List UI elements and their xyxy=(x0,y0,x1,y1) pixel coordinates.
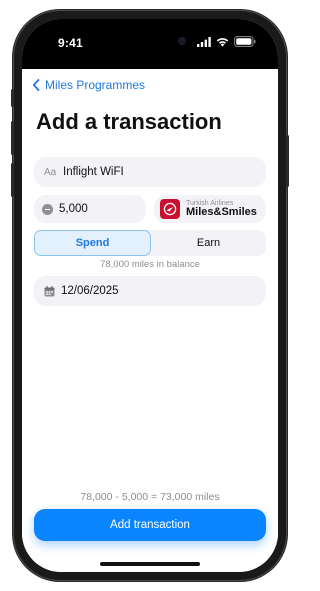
volume-up-button xyxy=(11,121,14,155)
status-icons xyxy=(197,36,256,47)
description-value: Inflight WiFI xyxy=(63,166,124,178)
airline-logo-icon xyxy=(163,202,177,216)
balance-note: 78,000 miles in balance xyxy=(100,259,200,270)
power-button xyxy=(286,135,289,187)
chevron-left-icon xyxy=(32,79,40,91)
back-label: Miles Programmes xyxy=(45,78,146,92)
programme-name: Miles&Smiles xyxy=(186,205,257,218)
signal-icon xyxy=(197,36,211,47)
screen: 9:41 Miles Programmes Add a transaction … xyxy=(22,19,278,572)
turkish-airlines-logo xyxy=(160,199,180,219)
content: Miles Programmes Add a transaction Aa In… xyxy=(22,69,278,572)
programme-selector[interactable]: Turkish Airlines Miles&Smiles xyxy=(154,195,266,223)
amount-field[interactable]: 5,000 xyxy=(34,195,146,223)
segment-spend[interactable]: Spend xyxy=(34,230,151,256)
text-format-icon: Aa xyxy=(44,166,57,178)
programme-texts: Turkish Airlines Miles&Smiles xyxy=(186,200,257,219)
balance-summary: 78,000 - 5,000 = 73,000 miles xyxy=(80,491,220,503)
status-bar: 9:41 xyxy=(22,19,278,69)
dynamic-island xyxy=(126,31,196,51)
status-time: 9:41 xyxy=(58,36,83,50)
camera-icon xyxy=(178,37,186,45)
battery-icon xyxy=(234,36,256,47)
add-transaction-button[interactable]: Add transaction xyxy=(34,509,266,541)
segment-earn[interactable]: Earn xyxy=(151,230,266,256)
action-button xyxy=(11,89,14,107)
description-field[interactable]: Aa Inflight WiFI xyxy=(34,157,266,187)
home-indicator xyxy=(100,562,200,566)
date-field[interactable]: 12/06/2025 xyxy=(34,276,266,306)
amount-value: 5,000 xyxy=(59,203,88,215)
page-title: Add a transaction xyxy=(36,109,222,134)
wifi-icon xyxy=(216,37,229,47)
volume-down-button xyxy=(11,163,14,197)
transaction-type-segment: Spend Earn xyxy=(34,230,266,256)
minus-circle-icon xyxy=(42,203,53,215)
back-button[interactable]: Miles Programmes xyxy=(32,78,145,92)
date-value: 12/06/2025 xyxy=(61,285,119,297)
calendar-icon xyxy=(44,285,55,296)
phone-frame: 9:41 Miles Programmes Add a transaction … xyxy=(11,11,289,580)
